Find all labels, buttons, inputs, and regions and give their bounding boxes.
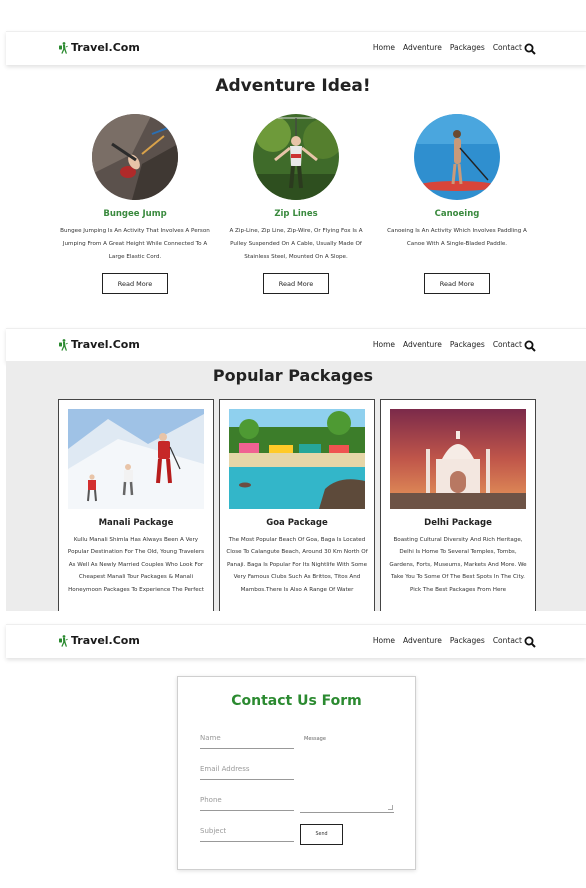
zipline-image — [253, 114, 339, 200]
package-card-manali[interactable]: Manali Package Kullu Manali Shimla Has A… — [58, 399, 214, 611]
delhi-image — [390, 409, 526, 509]
package-title: Goa Package — [266, 518, 328, 528]
brand-logo[interactable]: Travel.Com — [58, 41, 140, 54]
package-title: Delhi Package — [424, 518, 492, 528]
nav-contact[interactable]: Contact — [493, 43, 522, 52]
nav-contact[interactable]: Contact — [493, 636, 522, 645]
packages-title: Popular Packages — [212, 366, 374, 385]
search-icon[interactable] — [524, 40, 536, 55]
package-desc: Kullu Manali Shimla Has Always Been A Ve… — [67, 537, 205, 593]
brand-logo[interactable]: Travel.Com — [58, 634, 140, 647]
package-card-goa[interactable]: Goa Package The Most Popular Beach Of Go… — [219, 399, 375, 611]
adventure-card-canoeing: Canoeing Canoeing Is An Activity Which I… — [382, 114, 532, 251]
read-more-button-zipline[interactable]: Read More — [263, 273, 329, 294]
name-field[interactable]: Name — [200, 733, 294, 749]
navbar: Travel.Com Home Adventure Packages Conta… — [6, 31, 586, 65]
nav-contact[interactable]: Contact — [493, 340, 522, 349]
adventure-item-desc: A Zip-Line, Zip Line, Zip-Wire, Or Flyin… — [229, 228, 363, 260]
hiker-icon — [59, 634, 68, 647]
adventure-item-title: Bungee Jump — [103, 209, 167, 219]
nav-packages[interactable]: Packages — [450, 636, 485, 645]
goa-image — [229, 409, 365, 509]
nav-links: Home Adventure Packages Contact — [373, 43, 522, 52]
brand-name: Travel.Com — [71, 41, 140, 54]
hiker-icon — [59, 338, 68, 351]
brand-logo[interactable]: Travel.Com — [58, 338, 140, 351]
bungee-image — [92, 114, 178, 200]
package-desc: The Most Popular Beach Of Goa, Baga Is L… — [226, 537, 368, 593]
hiker-icon — [59, 41, 68, 54]
email-field[interactable]: Email Address — [200, 764, 294, 780]
package-desc: Boasting Cultural Diversity And Rich Her… — [389, 537, 527, 593]
nav-home[interactable]: Home — [373, 636, 395, 645]
adventure-item-desc: Canoeing Is An Activity Which Involves P… — [387, 228, 527, 247]
nav-links: Home Adventure Packages Contact — [373, 340, 522, 349]
search-icon[interactable] — [524, 337, 536, 352]
adventure-item-title: Canoeing — [434, 209, 480, 219]
brand-name: Travel.Com — [71, 338, 140, 351]
package-title: Manali Package — [98, 518, 174, 528]
nav-home[interactable]: Home — [373, 43, 395, 52]
brand-name: Travel.Com — [71, 634, 140, 647]
contact-form: Contact Us Form Name Email Address Phone… — [177, 676, 416, 870]
read-more-button-canoeing[interactable]: Read More — [424, 273, 490, 294]
navbar: Travel.Com Home Adventure Packages Conta… — [6, 328, 586, 362]
adventure-item-title: Zip Lines — [274, 209, 318, 219]
navbar: Travel.Com Home Adventure Packages Conta… — [6, 624, 586, 658]
adventure-card-zipline: Zip Lines A Zip-Line, Zip Line, Zip-Wire… — [221, 114, 371, 263]
nav-links: Home Adventure Packages Contact — [373, 636, 522, 645]
adventure-title: Adventure Idea! — [215, 76, 371, 96]
nav-packages[interactable]: Packages — [450, 340, 485, 349]
send-button[interactable]: Send — [300, 824, 343, 845]
package-card-delhi[interactable]: Delhi Package Boasting Cultural Diversit… — [380, 399, 536, 611]
manali-image — [68, 409, 204, 509]
phone-field[interactable]: Phone — [200, 795, 294, 811]
message-textarea[interactable] — [300, 747, 394, 813]
search-icon[interactable] — [524, 633, 536, 648]
message-label: Message — [304, 736, 326, 742]
read-more-button-bungee[interactable]: Read More — [102, 273, 168, 294]
canoeing-image — [414, 114, 500, 200]
subject-field[interactable]: Subject — [200, 826, 294, 842]
adventure-item-desc: Bungee Jumping Is An Activity That Invol… — [60, 228, 210, 260]
nav-home[interactable]: Home — [373, 340, 395, 349]
contact-form-title: Contact Us Form — [231, 693, 362, 709]
nav-adventure[interactable]: Adventure — [403, 340, 442, 349]
adventure-card-bungee: Bungee Jump Bungee Jumping Is An Activit… — [60, 114, 210, 263]
nav-adventure[interactable]: Adventure — [403, 636, 442, 645]
nav-adventure[interactable]: Adventure — [403, 43, 442, 52]
nav-packages[interactable]: Packages — [450, 43, 485, 52]
